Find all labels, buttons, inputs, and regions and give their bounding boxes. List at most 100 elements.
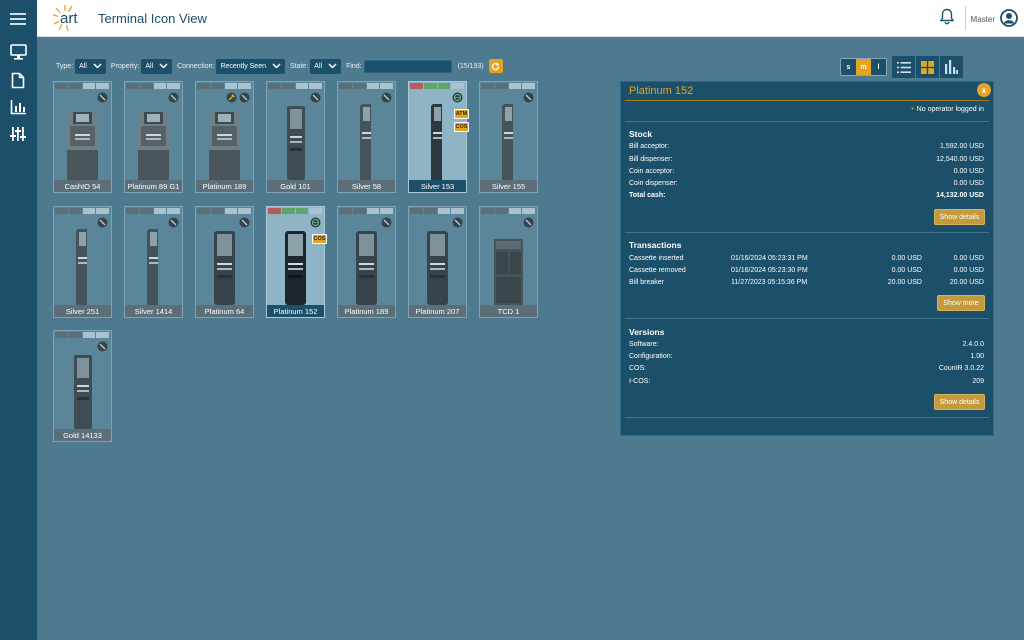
terminal-detail-panel: Platinum 152 x • No operator logged in St… [620,81,994,436]
terminal-name: Silver 58 [338,180,395,192]
terminal-tile[interactable]: Gold 14133 [53,330,112,442]
terminal-name: Gold 14133 [54,429,111,441]
transaction-amount: 20.00 USD [887,279,922,286]
terminal-name: Gold 101 [267,180,324,192]
stock-value: 0.00 USD [953,168,984,175]
size-small-button[interactable]: s [841,59,856,75]
stock-label: Coin dispenser: [629,180,678,187]
property-value: All [145,62,154,70]
divider [625,232,989,233]
terminal-tile[interactable]: ATM COS Silver 153 [408,81,469,193]
versions-title: Versions [629,327,665,337]
bell-icon[interactable] [939,8,956,26]
chevron-down-icon [272,63,281,69]
atm-icon [209,112,240,180]
transaction-amount: 0.00 USD [953,267,984,274]
grid-icon [921,60,934,74]
operator-status-text: No operator logged in [916,106,984,113]
version-label: Configuration: [629,353,673,360]
view-mode-toggle [892,56,964,78]
connection-value: Recently Seen [220,62,266,70]
terminal-name: Platinum 207 [409,305,466,317]
header-divider [965,6,966,30]
close-button[interactable]: x [977,83,991,97]
kiosk-icon [427,231,448,305]
chevron-down-icon [328,63,337,69]
terminal-tile[interactable]: Silver 58 [337,81,396,193]
transaction-type: Bill breaker [629,279,665,286]
state-select[interactable]: All [310,58,342,74]
version-value: 1.00 [970,353,984,360]
transaction-amount: 0.00 USD [891,255,922,262]
stock-label: Total cash: [629,192,666,199]
stock-label: Coin acceptor: [629,168,675,175]
divider [625,318,989,319]
terminal-name: Silver 1414 [125,305,182,317]
kiosk-icon [431,104,442,180]
terminal-tile-selected[interactable]: COS Platinum 152 [266,206,327,318]
terminal-tile[interactable]: Platinum 189 [195,81,254,193]
transaction-row: Bill breaker 11/27/2023 05:15:36 PM 20.0… [629,279,984,289]
safe-icon [494,239,523,305]
list-view-button[interactable] [892,56,916,78]
refresh-icon [492,61,500,70]
stock-row: Coin dispenser: 0.00 USD [629,180,984,190]
version-value: 209 [972,378,984,385]
filter-bar: Type: All Property: All Connection: Rece… [56,58,503,74]
user-name[interactable]: Master [971,15,995,24]
terminal-tile[interactable]: Platinum 207 [408,206,467,318]
terminal-tile[interactable]: Platinum 89 G1 [124,81,183,193]
monitor-icon[interactable] [8,42,28,62]
terminal-name: Silver 155 [480,180,537,192]
terminal-tile[interactable]: Silver 251 [53,206,112,318]
transaction-amount: 0.00 USD [891,267,922,274]
find-label: Find: [346,62,362,70]
size-large-button[interactable]: l [871,59,886,75]
stock-row: Bill dispenser: 12,540.00 USD [629,156,984,166]
terminal-tile[interactable]: Silver 1414 [124,206,183,318]
bar-chart-icon [945,60,958,74]
top-header: art Terminal Icon View Master [37,0,1024,37]
terminal-tile[interactable]: Gold 101 [266,81,325,193]
state-value: All [314,62,323,70]
terminal-tile[interactable]: Platinum 189 [337,206,396,318]
chevron-down-icon [159,63,168,69]
versions-show-details-button[interactable]: Show details [934,394,985,410]
stock-show-details-button[interactable]: Show details [934,209,985,225]
terminal-tile[interactable]: CashIO 54 [53,81,112,193]
terminal-tile[interactable]: Platinum 64 [195,206,254,318]
sliders-icon[interactable] [8,124,28,144]
bar-chart-icon[interactable] [8,97,28,117]
divider [625,417,989,418]
chart-view-button[interactable] [940,56,964,78]
property-select[interactable]: All [141,58,173,74]
avatar-icon[interactable] [1000,9,1018,27]
transaction-amount: 20.00 USD [949,279,984,286]
list-icon [896,61,911,73]
size-medium-button[interactable]: m [856,59,871,75]
refresh-button[interactable] [488,59,503,73]
kiosk-icon [360,104,371,180]
terminal-name: Platinum 189 [338,305,395,317]
kiosk-icon [214,231,235,305]
terminal-tile[interactable]: Silver 155 [479,81,538,193]
page-title: Terminal Icon View [98,11,207,26]
connection-select[interactable]: Recently Seen [216,58,285,74]
find-input[interactable] [363,59,452,73]
terminal-name: Silver 153 [409,180,466,192]
transactions-show-more-button[interactable]: Show more [937,295,985,311]
type-select[interactable]: All [75,58,106,74]
terminal-name: CashIO 54 [54,180,111,192]
grid-view-button[interactable] [916,56,940,78]
menu-icon[interactable] [8,9,28,29]
type-value: All [79,62,87,70]
sidebar [0,0,37,640]
type-label: Type: [56,62,74,70]
kiosk-icon [147,229,158,305]
version-label: Software: [629,341,659,348]
terminal-tile[interactable]: TCD 1 [479,206,538,318]
terminal-name: Platinum 189 [196,180,253,192]
divider [625,121,989,122]
terminal-name: Silver 251 [54,305,111,317]
document-icon[interactable] [8,70,28,90]
